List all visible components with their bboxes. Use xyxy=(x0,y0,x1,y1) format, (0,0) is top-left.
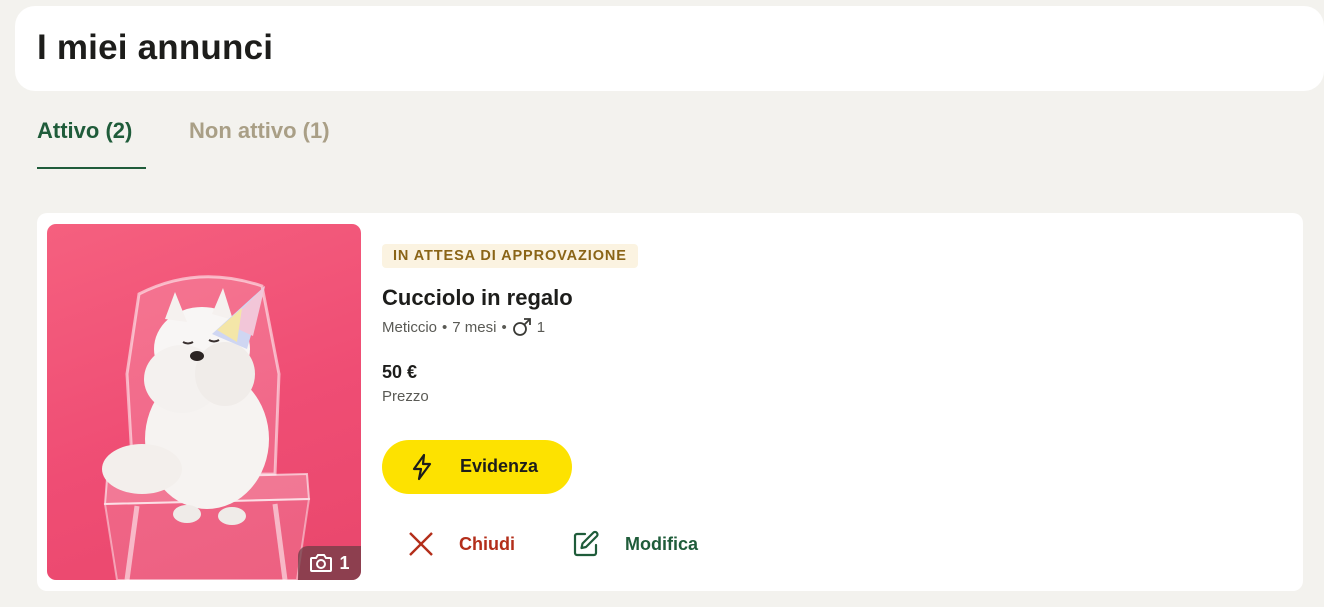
edit-label: Modifica xyxy=(625,533,699,554)
male-count: 1 xyxy=(536,318,546,336)
listing-title[interactable]: Cucciolo in regalo xyxy=(382,285,573,311)
age-text: 7 mesi xyxy=(452,318,497,336)
meta-separator: • xyxy=(442,318,448,336)
page-title: I miei annunci xyxy=(37,28,274,67)
page-header: I miei annunci xyxy=(15,6,1324,91)
tab-active[interactable]: Attivo (2) xyxy=(37,118,132,144)
edit-listing-button[interactable]: Modifica xyxy=(571,526,698,562)
lightning-icon xyxy=(412,453,432,481)
close-icon xyxy=(409,532,433,556)
close-listing-button[interactable]: Chiudi xyxy=(407,526,515,562)
listing-meta: Meticcio • 7 mesi • 1 xyxy=(382,317,545,337)
boost-button[interactable]: Evidenza xyxy=(382,440,572,494)
photo-count-value: 1 xyxy=(339,552,350,573)
camera-icon xyxy=(310,554,333,572)
close-label: Chiudi xyxy=(459,533,515,554)
breed-text: Meticcio xyxy=(382,318,438,336)
boost-label: Evidenza xyxy=(460,456,539,476)
tab-inactive[interactable]: Non attivo (1) xyxy=(189,118,330,144)
photo-count-badge: 1 xyxy=(298,546,361,580)
listing-card: 1 IN ATTESA DI APPROVAZIONE Cucciolo in … xyxy=(37,213,1303,591)
meta-separator: • xyxy=(501,318,507,336)
price-label: Prezzo xyxy=(382,388,429,405)
price-value: 50 € xyxy=(382,362,418,382)
male-symbol-icon xyxy=(512,318,531,336)
edit-icon xyxy=(573,530,599,557)
active-tab-underline xyxy=(37,167,146,169)
dog-photo-illustration xyxy=(102,275,311,580)
listing-photo[interactable]: 1 xyxy=(47,224,361,580)
status-badge: IN ATTESA DI APPROVAZIONE xyxy=(382,244,638,268)
